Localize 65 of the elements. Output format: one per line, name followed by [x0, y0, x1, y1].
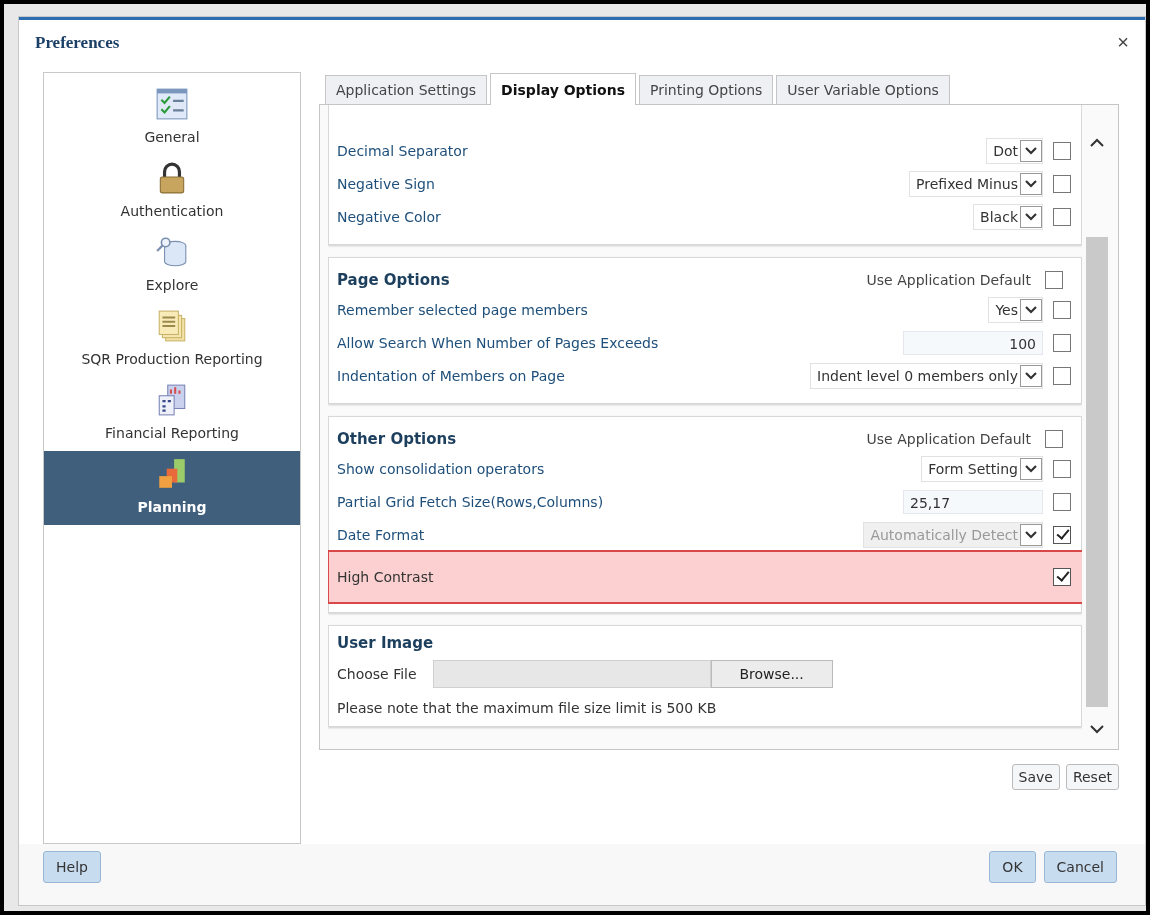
window-title: Preferences: [35, 32, 120, 53]
option-label: Decimal Separator: [337, 143, 469, 160]
checkbox[interactable]: [1053, 334, 1071, 353]
section-title: Page Options: [337, 270, 450, 289]
dropdown[interactable]: Form Setting: [921, 456, 1043, 483]
dropdown[interactable]: Black: [973, 204, 1043, 231]
panel-button[interactable]: Reset: [1065, 763, 1119, 790]
scroll-thumb[interactable]: [1086, 236, 1108, 707]
caret-icon: [1020, 140, 1042, 163]
checkbox[interactable]: [1053, 142, 1071, 161]
section-title: User Image: [337, 633, 435, 652]
dropdown[interactable]: Dot: [986, 138, 1043, 165]
checkbox[interactable]: [1053, 175, 1071, 194]
option-label: Negative Color: [337, 209, 442, 226]
caret-icon: [1020, 458, 1042, 481]
caret-icon: [1020, 365, 1042, 388]
checkbox[interactable]: [1053, 367, 1071, 386]
sidebar-item[interactable]: Planning: [44, 450, 300, 525]
dialog-button[interactable]: Cancel: [1043, 851, 1117, 884]
caret-icon: [1020, 299, 1042, 322]
option-label: Show consolidation operators: [337, 461, 546, 478]
checkbox[interactable]: [1053, 493, 1071, 512]
help-button[interactable]: Help: [43, 851, 101, 884]
browse-button[interactable]: Browse...: [710, 659, 833, 688]
sidebar-item[interactable]: Explore: [44, 228, 300, 303]
file-size-note: Please note that the maximum file size limit is 500 KB: [337, 699, 718, 716]
option-label: Partial Grid Fetch Size(Rows,Columns): [337, 494, 605, 511]
sidebar-item[interactable]: SQR Production Reporting: [44, 302, 300, 377]
section-title: Other Options: [337, 429, 457, 448]
checkbox[interactable]: [1053, 460, 1071, 479]
checklist-icon: [155, 86, 189, 121]
caret-icon: [1020, 173, 1042, 196]
option-label: Date Format: [337, 527, 426, 544]
caret-icon: [1020, 524, 1042, 547]
file-path-field[interactable]: [432, 659, 711, 688]
sidebar-item[interactable]: Authentication: [44, 154, 300, 229]
dropdown[interactable]: Indent level 0 members only: [810, 363, 1043, 390]
checkbox[interactable]: [1053, 301, 1071, 320]
dialog-button[interactable]: OK: [989, 851, 1036, 884]
default-label: Use Application Default: [866, 271, 1031, 288]
sidebar-item[interactable]: General: [44, 80, 300, 155]
checkbox[interactable]: [1045, 429, 1063, 448]
tab[interactable]: Printing Options: [639, 74, 774, 104]
default-label: Use Application Default: [866, 430, 1031, 447]
dropdown[interactable]: Prefixed Minus: [909, 171, 1043, 198]
close-button[interactable]: ×: [1113, 31, 1133, 55]
tab[interactable]: Display Options: [490, 72, 637, 105]
option-label: Remember selected page members: [337, 302, 589, 319]
input-field[interactable]: 100: [903, 331, 1043, 356]
option-label: Indentation of Members on Page: [337, 368, 566, 385]
checkbox[interactable]: [1045, 270, 1063, 289]
option-label: High Contrast: [337, 568, 435, 585]
dropdown[interactable]: Yes: [988, 297, 1043, 324]
option-label: Negative Sign: [337, 176, 436, 193]
checkbox[interactable]: [1053, 567, 1071, 586]
input-field[interactable]: 25,17: [903, 490, 1043, 515]
option-label: Allow Search When Number of Pages Exceeds: [337, 335, 660, 352]
tab[interactable]: Application Settings: [325, 74, 488, 104]
tab[interactable]: User Variable Options: [776, 74, 950, 104]
choose-file-label: Choose File: [337, 665, 417, 682]
caret-icon: [1020, 206, 1042, 229]
checkbox[interactable]: [1053, 208, 1071, 227]
database-search-icon: [155, 234, 189, 269]
panel-button[interactable]: Save: [1011, 763, 1060, 790]
sidebar-item[interactable]: Financial Reporting: [44, 376, 300, 451]
